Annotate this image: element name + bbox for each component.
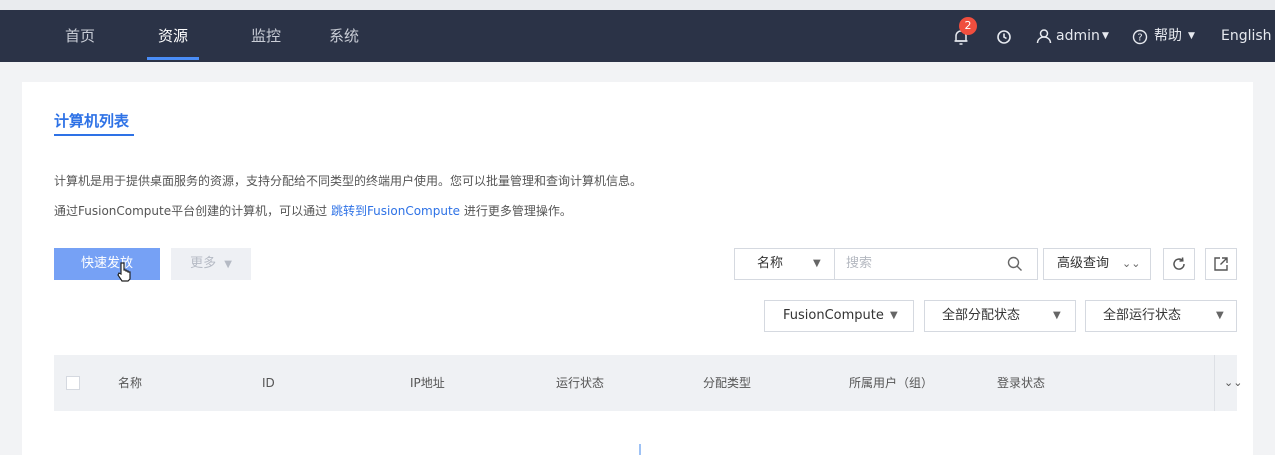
hand-cursor-icon [117, 262, 131, 282]
search-field-select[interactable]: 名称 ▼ [734, 248, 836, 280]
column-run-status[interactable]: 运行状态 [556, 355, 604, 411]
search-field-label: 名称 [757, 256, 784, 271]
nav-tab-monitor[interactable]: 监控 [250, 10, 282, 62]
run-status-filter-label: 全部运行状态 [1103, 308, 1182, 323]
more-button[interactable]: 更多 ▼ [171, 248, 251, 280]
export-icon [1214, 257, 1228, 271]
quick-dispatch-button[interactable]: 快速发放 [54, 248, 160, 280]
description-suffix: 进行更多管理操作。 [463, 204, 572, 218]
username-label: admin [1056, 28, 1100, 44]
platform-filter-label: FusionCompute [783, 308, 884, 323]
computer-list-panel: 计算机列表 计算机是用于提供桌面服务的资源，支持分配给不同类型的终端用户使用。您… [22, 82, 1253, 455]
run-status-filter-select[interactable]: 全部运行状态 ▼ [1085, 300, 1237, 332]
search-input[interactable]: 搜索 [834, 248, 1038, 280]
nav-tab-home[interactable]: 首页 [64, 10, 96, 62]
assign-status-filter-label: 全部分配状态 [942, 308, 1021, 323]
advanced-query-button[interactable]: 高级查询 ⌄⌄ [1043, 248, 1151, 280]
browser-top-strip [0, 0, 1275, 10]
column-id[interactable]: ID [262, 355, 275, 411]
column-owner[interactable]: 所属用户（组） [849, 355, 933, 411]
more-label: 更多 [190, 256, 217, 271]
refresh-button[interactable] [1163, 248, 1195, 280]
export-button[interactable] [1205, 248, 1237, 280]
description-line-2: 通过FusionCompute平台创建的计算机，可以通过 跳转到FusionCo… [54, 202, 572, 219]
language-switch[interactable]: English [1221, 10, 1272, 62]
clock-icon [997, 30, 1011, 44]
assign-status-filter-select[interactable]: 全部分配状态 ▼ [924, 300, 1076, 332]
nav-tab-system[interactable]: 系统 [328, 10, 360, 62]
notification-badge: 2 [959, 17, 977, 35]
platform-filter-caret-icon: ▼ [890, 310, 898, 321]
run-status-caret-icon: ▼ [1216, 310, 1224, 321]
title-underline [54, 134, 134, 136]
svg-text:?: ? [1137, 33, 1142, 44]
help-icon: ? [1132, 29, 1148, 45]
fusioncompute-link[interactable]: 跳转到FusionCompute [331, 204, 460, 218]
user-menu[interactable]: admin ▼ [1034, 10, 1124, 62]
search-field-caret-icon: ▼ [813, 258, 821, 269]
double-chevron-down-icon: ⌄⌄ [1122, 257, 1141, 270]
user-caret-icon: ▼ [1102, 31, 1109, 41]
help-menu[interactable]: ? 帮助 ▼ [1132, 10, 1212, 62]
description-prefix: 通过FusionCompute平台创建的计算机，可以通过 [54, 204, 328, 218]
column-login-status[interactable]: 登录状态 [997, 355, 1045, 411]
search-icon[interactable] [1007, 256, 1023, 272]
notification-button[interactable]: 2 [950, 10, 980, 62]
table-header: 名称 ID IP地址 运行状态 分配类型 所属用户（组） 登录状态 ⌄⌄ [54, 355, 1242, 411]
top-navbar: 首页 资源 监控 系统 2 admin ▼ ? 帮助 ▼ English [0, 10, 1275, 62]
help-caret-icon: ▼ [1188, 31, 1195, 41]
loading-indicator [639, 444, 641, 455]
column-assign-type[interactable]: 分配类型 [703, 355, 751, 411]
assign-status-caret-icon: ▼ [1053, 310, 1061, 321]
description-line-1: 计算机是用于提供桌面服务的资源，支持分配给不同类型的终端用户使用。您可以批量管理… [54, 174, 643, 188]
nav-tab-resources[interactable]: 资源 [147, 10, 199, 62]
more-caret-icon: ▼ [224, 259, 232, 270]
user-icon [1036, 29, 1052, 44]
clock-button[interactable] [996, 10, 1016, 62]
column-settings-chevron-icon[interactable]: ⌄⌄ [1224, 355, 1242, 411]
help-label: 帮助 [1154, 28, 1182, 44]
platform-filter-select[interactable]: FusionCompute ▼ [764, 300, 914, 332]
select-all-checkbox[interactable] [66, 376, 80, 390]
advanced-query-label: 高级查询 [1057, 256, 1110, 271]
page-title: 计算机列表 [54, 112, 130, 130]
search-placeholder: 搜索 [846, 256, 873, 271]
column-ip[interactable]: IP地址 [410, 355, 445, 411]
column-name[interactable]: 名称 [118, 355, 142, 411]
column-divider [1214, 355, 1215, 411]
refresh-icon [1173, 257, 1185, 270]
